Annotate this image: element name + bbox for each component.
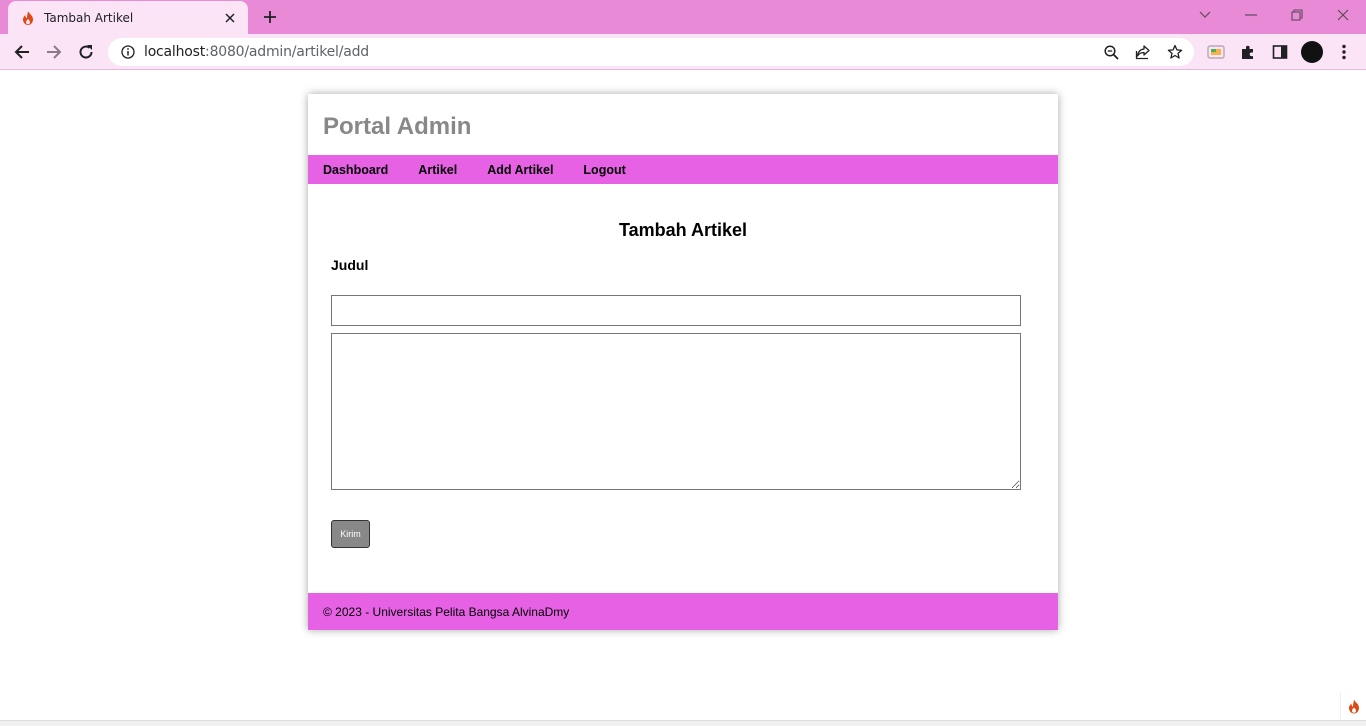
url-path: :8080/admin/artikel/add bbox=[205, 44, 369, 60]
url-text: localhost:8080/admin/artikel/add bbox=[144, 44, 369, 60]
profile-avatar[interactable] bbox=[1301, 41, 1323, 63]
minimize-icon[interactable] bbox=[1237, 3, 1265, 27]
site-footer: © 2023 - Universitas Pelita Bangsa Alvin… bbox=[308, 593, 1058, 630]
menu-icon[interactable] bbox=[1334, 42, 1354, 62]
sidepanel-icon[interactable] bbox=[1270, 42, 1290, 62]
site-header: Portal Admin bbox=[308, 94, 1058, 155]
back-icon[interactable] bbox=[8, 38, 36, 66]
isi-textarea[interactable] bbox=[331, 333, 1021, 490]
zoom-icon[interactable] bbox=[1103, 44, 1119, 60]
footer-text: © 2023 - Universitas Pelita Bangsa Alvin… bbox=[323, 604, 570, 619]
judul-label: Judul bbox=[331, 257, 369, 273]
tab-title: Tambah Artikel bbox=[44, 10, 134, 25]
address-bar[interactable]: localhost:8080/admin/artikel/add bbox=[108, 38, 1194, 66]
admin-container: Portal Admin Dashboard Artikel Add Artik… bbox=[308, 94, 1058, 630]
browser-toolbar: localhost:8080/admin/artikel/add bbox=[0, 34, 1366, 70]
plus-icon[interactable] bbox=[258, 5, 282, 29]
extensions-icon[interactable] bbox=[1238, 42, 1258, 62]
nav-add-artikel-link[interactable]: Add Artikel bbox=[487, 163, 553, 177]
nav-artikel-link[interactable]: Artikel bbox=[418, 163, 457, 177]
reload-icon[interactable] bbox=[72, 38, 100, 66]
bottom-edge bbox=[0, 720, 1366, 726]
judul-input[interactable] bbox=[331, 295, 1021, 326]
kirim-button[interactable]: Kirim bbox=[331, 520, 370, 548]
codeigniter-flame-icon bbox=[20, 10, 36, 26]
codeigniter-flame-icon[interactable] bbox=[1340, 692, 1366, 720]
main-nav: Dashboard Artikel Add Artikel Logout bbox=[308, 155, 1058, 184]
window-close-icon[interactable] bbox=[1329, 3, 1357, 27]
restore-icon[interactable] bbox=[1283, 3, 1311, 27]
cast-icon[interactable] bbox=[1206, 42, 1226, 62]
main-content: Tambah Artikel Judul Kirim bbox=[308, 184, 1058, 593]
share-icon[interactable] bbox=[1135, 44, 1151, 60]
browser-tab-strip: Tambah Artikel bbox=[0, 0, 1366, 34]
chevron-down-icon[interactable] bbox=[1191, 3, 1219, 27]
info-icon[interactable] bbox=[120, 44, 136, 60]
site-title: Portal Admin bbox=[323, 113, 472, 140]
star-icon[interactable] bbox=[1167, 44, 1183, 60]
nav-dashboard-link[interactable]: Dashboard bbox=[323, 163, 388, 177]
page-title: Tambah Artikel bbox=[618, 220, 748, 240]
close-icon[interactable] bbox=[222, 10, 238, 26]
page-viewport: Portal Admin Dashboard Artikel Add Artik… bbox=[0, 71, 1366, 720]
browser-tab-active[interactable]: Tambah Artikel bbox=[8, 1, 248, 34]
nav-logout-link[interactable]: Logout bbox=[583, 163, 625, 177]
forward-icon[interactable] bbox=[40, 38, 68, 66]
url-host: localhost bbox=[144, 44, 206, 60]
